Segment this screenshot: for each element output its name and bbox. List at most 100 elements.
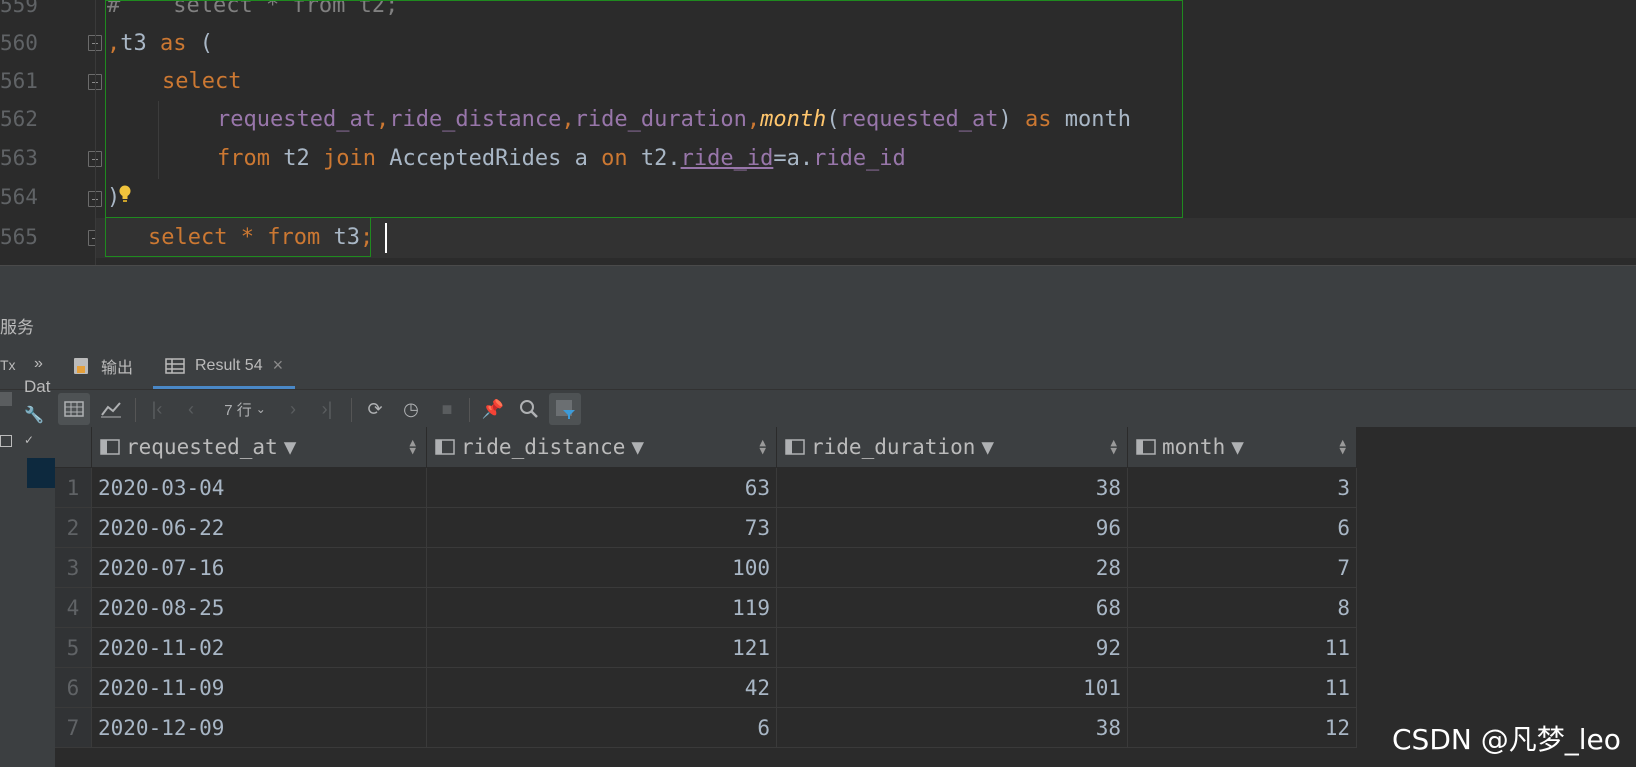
first-page-icon: |‹ <box>151 398 163 419</box>
cell-month[interactable]: 11 <box>1127 667 1357 708</box>
column-header-requested-at[interactable]: requested_at ▼ ▲ ▼ <box>91 427 427 468</box>
selected-node[interactable] <box>27 458 55 488</box>
table-row[interactable]: 7 2020-12-09 6 38 12 <box>55 707 1357 748</box>
check-icon: ✓ <box>24 433 35 447</box>
search-button[interactable] <box>513 393 545 425</box>
cell-ride-distance[interactable]: 6 <box>426 707 777 748</box>
chevron-down-icon: ⌄ <box>255 402 266 416</box>
refresh-icon: ⟳ <box>367 398 383 419</box>
cell-ride-duration[interactable]: 68 <box>776 587 1128 628</box>
search-icon <box>520 400 538 418</box>
cell-month[interactable]: 11 <box>1127 627 1357 668</box>
table-row[interactable]: 6 2020-11-09 42 101 11 <box>55 667 1357 708</box>
clock-icon: ◷ <box>403 398 419 419</box>
row-number: 1 <box>55 467 92 508</box>
cell-requested-at[interactable]: 2020-03-04 <box>91 467 427 508</box>
tab-output[interactable]: 输出 <box>73 345 133 387</box>
expand-chevron-icon[interactable]: » <box>34 355 43 373</box>
cell-month[interactable]: 6 <box>1127 507 1357 548</box>
cell-requested-at[interactable]: 2020-12-09 <box>91 707 427 748</box>
result-grid[interactable]: requested_at ▼ ▲ ▼ ride_distance ▼ ▲ ▼ r… <box>55 427 1636 767</box>
output-icon <box>74 358 88 374</box>
last-page-button[interactable]: ›| <box>311 393 343 425</box>
refresh-button[interactable]: ⟳ <box>359 393 391 425</box>
panel-splitter[interactable] <box>0 265 1636 306</box>
corner-cell <box>55 427 92 468</box>
first-page-button[interactable]: |‹ <box>141 393 173 425</box>
cell-ride-distance[interactable]: 63 <box>426 467 777 508</box>
filter-icon[interactable]: ▼ <box>631 435 644 459</box>
cell-ride-duration[interactable]: 92 <box>776 627 1128 668</box>
cell-ride-duration[interactable]: 96 <box>776 507 1128 548</box>
line-number: 565 <box>0 225 38 249</box>
cell-ride-distance[interactable]: 119 <box>426 587 777 628</box>
tool-window-title: 服务 <box>0 318 34 337</box>
row-number: 6 <box>55 667 92 708</box>
table-row[interactable]: 1 2020-03-04 63 38 3 <box>55 467 1357 508</box>
history-button[interactable]: ◷ <box>395 393 427 425</box>
tree-node-label[interactable]: Dat <box>24 377 50 397</box>
next-page-button[interactable]: › <box>277 393 309 425</box>
code-editor[interactable]: 559 560 561 562 563 564 565 # select * f… <box>0 0 1636 265</box>
column-header-ride-distance[interactable]: ride_distance ▼ ▲ ▼ <box>426 427 777 468</box>
cell-month[interactable]: 8 <box>1127 587 1357 628</box>
cell-ride-distance[interactable]: 121 <box>426 627 777 668</box>
line-number: 564 <box>0 185 38 209</box>
column-icon <box>435 439 455 455</box>
sort-icon[interactable]: ▲ ▼ <box>409 437 416 456</box>
services-tree-strip[interactable]: Tx » Dat 🔧 ✓ <box>0 345 56 767</box>
table-view-button[interactable] <box>58 393 90 425</box>
results-table: requested_at ▼ ▲ ▼ ride_distance ▼ ▲ ▼ r… <box>55 427 1357 748</box>
watermark: CSDN @凡梦_leo <box>1392 723 1621 756</box>
cell-month[interactable]: 3 <box>1127 467 1357 508</box>
toolbar-separator <box>351 398 352 422</box>
tx-icon[interactable]: Tx <box>0 357 16 373</box>
result-tabs: 输出 Result 54 × <box>55 345 1636 389</box>
tab-result-54[interactable]: Result 54 × <box>153 345 296 389</box>
next-icon: › <box>290 398 296 419</box>
pin-button[interactable]: 📌 <box>477 393 509 425</box>
sort-icon[interactable]: ▲ ▼ <box>1339 437 1346 456</box>
row-number: 3 <box>55 547 92 588</box>
table-row[interactable]: 5 2020-11-02 121 92 11 <box>55 627 1357 668</box>
column-header-ride-duration[interactable]: ride_duration ▼ ▲ ▼ <box>776 427 1128 468</box>
pin-icon: 📌 <box>481 398 505 419</box>
cell-month[interactable]: 7 <box>1127 547 1357 588</box>
chart-view-button[interactable] <box>95 393 127 425</box>
cell-ride-duration[interactable]: 38 <box>776 707 1128 748</box>
cell-ride-distance[interactable]: 73 <box>426 507 777 548</box>
filter-layout-button[interactable] <box>549 393 581 425</box>
cell-ride-duration[interactable]: 101 <box>776 667 1128 708</box>
table-row[interactable]: 4 2020-08-25 119 68 8 <box>55 587 1357 628</box>
cell-ride-duration[interactable]: 38 <box>776 467 1128 508</box>
cell-month[interactable]: 12 <box>1127 707 1357 748</box>
sort-icon[interactable]: ▲ ▼ <box>759 437 766 456</box>
row-count-dropdown[interactable]: 7 行 ⌄ <box>215 393 275 425</box>
stop-button[interactable]: ■ <box>431 393 463 425</box>
grid-node-icon <box>0 435 12 447</box>
cell-requested-at[interactable]: 2020-08-25 <box>91 587 427 628</box>
filter-icon[interactable]: ▼ <box>284 435 297 459</box>
cell-ride-duration[interactable]: 28 <box>776 547 1128 588</box>
cell-ride-distance[interactable]: 100 <box>426 547 777 588</box>
sort-icon[interactable]: ▲ ▼ <box>1110 437 1117 456</box>
header-row: requested_at ▼ ▲ ▼ ride_distance ▼ ▲ ▼ r… <box>55 427 1357 468</box>
tab-label: 输出 <box>101 360 134 377</box>
filter-icon[interactable]: ▼ <box>1231 435 1244 459</box>
line-gutter: 559 560 561 562 563 564 565 <box>0 0 102 265</box>
column-header-month[interactable]: month ▼ ▲ ▼ <box>1127 427 1357 468</box>
prev-icon: ‹ <box>188 398 194 419</box>
table-icon <box>165 357 185 374</box>
table-row[interactable]: 3 2020-07-16 100 28 7 <box>55 547 1357 588</box>
cell-requested-at[interactable]: 2020-11-02 <box>91 627 427 668</box>
close-icon[interactable]: × <box>273 355 284 376</box>
cell-ride-distance[interactable]: 42 <box>426 667 777 708</box>
cell-requested-at[interactable]: 2020-06-22 <box>91 507 427 548</box>
cell-requested-at[interactable]: 2020-07-16 <box>91 547 427 588</box>
cell-requested-at[interactable]: 2020-11-09 <box>91 667 427 708</box>
table-row[interactable]: 2 2020-06-22 73 96 6 <box>55 507 1357 548</box>
filter-icon[interactable]: ▼ <box>981 435 994 459</box>
toolbar-separator <box>469 398 470 422</box>
prev-page-button[interactable]: ‹ <box>175 393 207 425</box>
row-number: 7 <box>55 707 92 748</box>
